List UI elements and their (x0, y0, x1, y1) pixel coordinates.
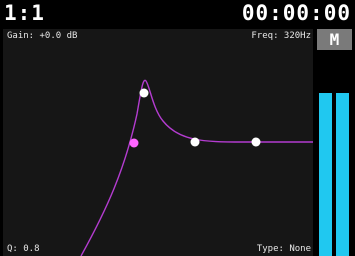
eq-response-curve (80, 79, 313, 256)
eq-curve-canvas[interactable] (3, 29, 313, 256)
gain-readout: Gain: +0.0 dB (7, 31, 78, 41)
time-display: 00:00:00 (241, 1, 351, 25)
eq-screen: 1:1 00:00:00 Gain: +0.0 dB Freq: 320Hz Q… (0, 0, 355, 256)
eq-band-point[interactable] (251, 137, 261, 147)
frequency-readout: Freq: 320Hz (251, 31, 311, 41)
level-meter: M (317, 29, 352, 256)
meter-bar-left (319, 93, 332, 256)
eq-band-point[interactable] (190, 137, 200, 147)
filter-type-readout: Type: None (256, 244, 311, 254)
q-readout: Q: 0.8 (7, 244, 40, 254)
eq-band-point-selected[interactable] (129, 138, 139, 148)
track-indicator: 1:1 (4, 1, 45, 25)
meter-bar-right (336, 93, 349, 256)
eq-band-point-peak[interactable] (139, 88, 149, 98)
top-bar: 1:1 00:00:00 (0, 0, 355, 30)
meter-mode-label: M (317, 29, 352, 50)
eq-graph[interactable]: Gain: +0.0 dB Freq: 320Hz Q: 0.8 Type: N… (3, 29, 313, 256)
